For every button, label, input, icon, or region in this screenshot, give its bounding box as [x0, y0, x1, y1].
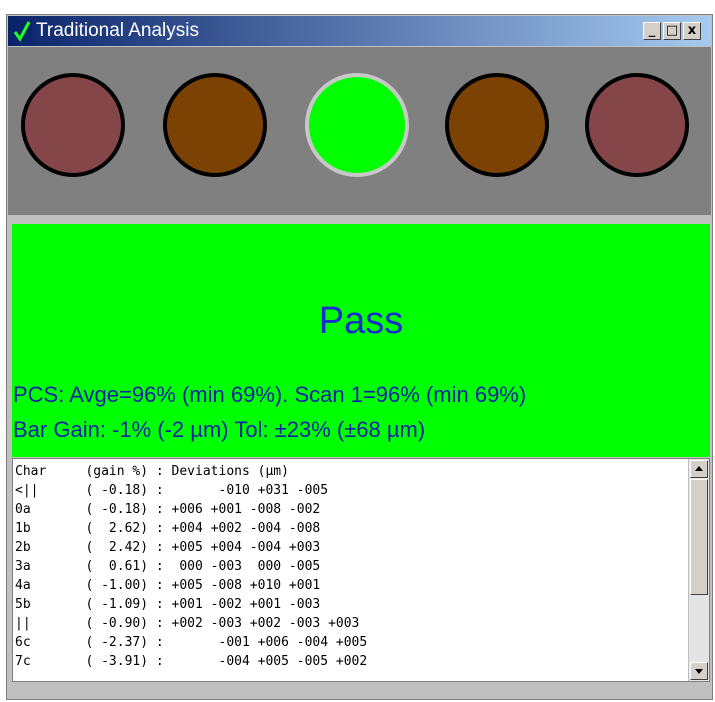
log-line: 4a ( -1.00) : +005 -008 +010 +001	[15, 578, 321, 593]
indicator-lamp-5	[585, 73, 689, 177]
status-panel: Pass PCS: Avge=96% (min 69%). Scan 1=96%…	[12, 224, 710, 457]
arrow-down-icon	[695, 669, 703, 674]
log-lines: Char (gain %) : Deviations (µm) <|| ( -0.…	[15, 462, 685, 671]
log-line: 1b ( 2.62) : +004 +002 -004 -008	[15, 521, 321, 536]
title-bar[interactable]: Traditional Analysis _ □ x	[8, 16, 711, 46]
result-status-text: Pass	[318, 300, 404, 342]
indicator-lamp-2	[163, 73, 267, 177]
indicator-lamp-4	[445, 73, 549, 177]
log-line: <|| ( -0.18) : -010 +031 -005	[15, 483, 329, 498]
indicator-panel	[8, 47, 711, 218]
log-line: 7c ( -3.91) : -004 +005 -005 +002	[15, 654, 368, 669]
scrollbar-thumb[interactable]	[690, 479, 708, 595]
minimize-button[interactable]: _	[643, 22, 661, 40]
log-line: 3a ( 0.61) : 000 -003 000 -005	[15, 559, 321, 574]
log-line: 2b ( 2.42) : +005 +004 -004 +003	[15, 540, 321, 555]
arrow-up-icon	[695, 466, 703, 471]
log-line: 0a ( -0.18) : +006 +001 -008 -002	[15, 502, 321, 517]
indicator-lamp-3	[305, 73, 409, 177]
scroll-down-button[interactable]	[690, 662, 708, 680]
log-scrollbar[interactable]	[688, 459, 709, 681]
window-title: Traditional Analysis	[36, 20, 199, 41]
traditional-analysis-window: Traditional Analysis _ □ x Pass PCS: Avg…	[6, 14, 713, 700]
maximize-button[interactable]: □	[663, 22, 681, 40]
log-line: 5b ( -1.09) : +001 -002 +001 -003	[15, 597, 321, 612]
bar-gain-text: Bar Gain: -1% (-2 µm) Tol: ±23% (±68 µm)	[13, 417, 426, 442]
close-button[interactable]: x	[683, 22, 701, 40]
scroll-up-button[interactable]	[690, 460, 708, 478]
deviation-log[interactable]: Char (gain %) : Deviations (µm) <|| ( -0.…	[12, 458, 710, 682]
pcs-summary-text: PCS: Avge=96% (min 69%). Scan 1=96% (min…	[13, 382, 527, 407]
checkmark-app-icon[interactable]	[12, 20, 32, 42]
log-line: 6c ( -2.37) : -001 +006 -004 +005	[15, 635, 368, 650]
log-line: Char (gain %) : Deviations (µm)	[15, 464, 289, 479]
log-line: || ( -0.90) : +002 -003 +002 -003 +003	[15, 616, 360, 631]
indicator-lamp-1	[21, 73, 125, 177]
